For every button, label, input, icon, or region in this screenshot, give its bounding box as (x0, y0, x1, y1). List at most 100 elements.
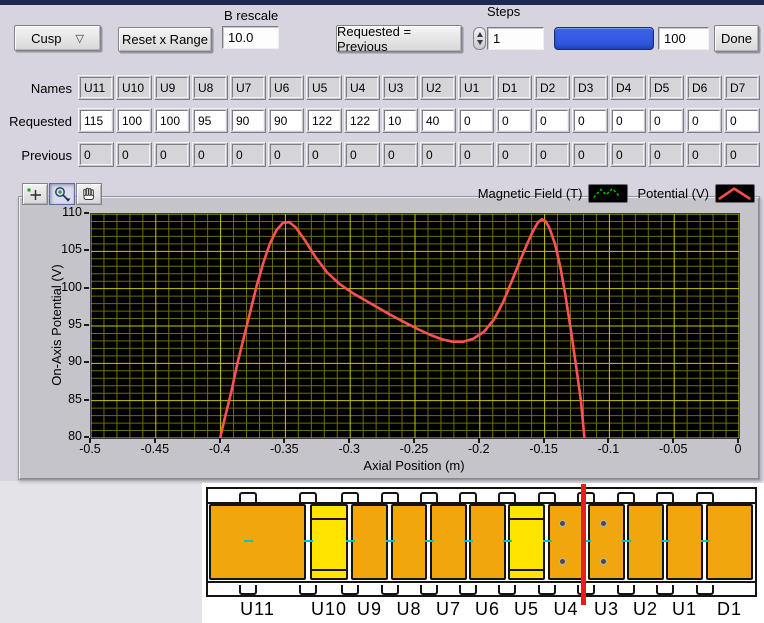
progress-slider[interactable] (554, 27, 654, 50)
requested-array-cell[interactable]: 122 (344, 108, 380, 133)
y-tick-mark (84, 324, 89, 326)
names-cell-value: U3 (384, 77, 416, 98)
names-cell-value: U6 (270, 77, 302, 98)
steps-label: Steps (487, 4, 520, 19)
done-button[interactable]: Done (714, 25, 759, 52)
previous-cell-value: 0 (80, 144, 112, 165)
mount-hole (600, 520, 607, 527)
top-mount-tab (656, 492, 674, 502)
requested-array: 115100100959090122122104000000000 (78, 108, 762, 133)
steps-stepper[interactable] (473, 27, 486, 50)
centerline-tick (503, 540, 512, 542)
requested-cell-value: 115 (80, 110, 112, 131)
y-tick-label: 105 (48, 242, 82, 256)
requested-array-cell[interactable]: 122 (306, 108, 342, 133)
requested-array-cell[interactable]: 100 (116, 108, 152, 133)
bottom-mount-tab (420, 585, 438, 595)
names-cell-value: D4 (612, 77, 644, 98)
electrode-u10 (310, 504, 348, 580)
electrode-u2 (627, 504, 664, 580)
steps-input[interactable] (487, 27, 544, 50)
b-rescale-label: B rescale (224, 8, 278, 23)
y-tick-mark (84, 361, 89, 363)
requested-array-cell[interactable]: 90 (268, 108, 304, 133)
x-tick-label: 0 (715, 442, 761, 456)
requested-array-cell[interactable]: 100 (154, 108, 190, 133)
bottom-mount-tab (341, 585, 359, 595)
previous-array-cell: 0 (686, 142, 722, 167)
requested-array-cell[interactable]: 115 (78, 108, 114, 133)
previous-array-cell: 0 (724, 142, 760, 167)
front-panel: Cusp ▽ Reset x Range B rescale Requested… (0, 0, 764, 623)
x-tick-label: -0.45 (132, 442, 178, 456)
crosshair-cursor-button[interactable] (22, 183, 48, 205)
names-array-cell: U7 (230, 75, 266, 100)
plot-area[interactable] (90, 213, 740, 439)
x-tick-mark (89, 438, 91, 443)
preset-dropdown[interactable]: Cusp ▽ (14, 25, 101, 51)
y-tick-mark (84, 249, 89, 251)
b-rescale-input[interactable] (222, 26, 279, 49)
requested-array-cell[interactable]: 90 (230, 108, 266, 133)
pan-tool-button[interactable] (76, 183, 102, 205)
requested-cell-value: 90 (270, 110, 302, 131)
electrode-u7 (430, 504, 467, 580)
previous-array-cell: 0 (230, 142, 266, 167)
requested-array-cell[interactable]: 0 (458, 108, 494, 133)
requested-array-cell[interactable]: 10 (382, 108, 418, 133)
names-cell-value: U7 (232, 77, 264, 98)
requested-array-cell[interactable]: 0 (496, 108, 532, 133)
mount-hole (559, 558, 566, 565)
progress-value-input[interactable] (658, 27, 709, 50)
previous-cell-value: 0 (650, 144, 682, 165)
bottom-mount-tab (299, 585, 317, 595)
requested-equals-previous-button[interactable]: Requested = Previous (336, 25, 462, 52)
names-array-cell: D1 (496, 75, 532, 100)
names-cell-value: U8 (194, 77, 226, 98)
zoom-tool-button[interactable] (49, 183, 75, 205)
y-tick-label: 85 (48, 392, 82, 406)
electrode-label-u7: U7 (436, 599, 461, 620)
electrode-u8 (391, 504, 427, 580)
requested-cell-value: 10 (384, 110, 416, 131)
electrode-label-u5: U5 (514, 599, 539, 620)
centerline-tick (622, 540, 631, 542)
previous-cell-value: 0 (726, 144, 758, 165)
requested-array-cell[interactable]: 40 (420, 108, 456, 133)
requested-array-cell[interactable]: 0 (648, 108, 684, 133)
previous-array-cell: 0 (534, 142, 570, 167)
requested-array-cell[interactable]: 0 (534, 108, 570, 133)
names-row-label: Names (0, 81, 72, 96)
bottom-mount-tab (498, 585, 516, 595)
previous-array-cell: 0 (78, 142, 114, 167)
names-array: U11U10U9U8U7U6U5U4U3U2U1D1D2D3D4D5D6D7 (78, 75, 762, 100)
x-tick-mark (607, 438, 609, 443)
previous-cell-value: 0 (156, 144, 188, 165)
names-cell-value: D2 (536, 77, 568, 98)
names-array-cell: U11 (78, 75, 114, 100)
reset-x-range-button[interactable]: Reset x Range (118, 27, 212, 52)
requested-cell-value: 0 (460, 110, 492, 131)
plot-canvas (91, 214, 739, 438)
requested-array-cell[interactable]: 0 (686, 108, 722, 133)
previous-array: 000000000000000000 (78, 142, 762, 167)
requested-array-cell[interactable]: 0 (610, 108, 646, 133)
previous-array-cell: 0 (154, 142, 190, 167)
requested-array-cell[interactable]: 95 (192, 108, 228, 133)
requested-array-cell[interactable]: 0 (572, 108, 608, 133)
electrode-u5 (508, 504, 545, 580)
bottom-rail (208, 581, 755, 583)
names-cell-value: U11 (80, 77, 112, 98)
legend-item-potential[interactable]: Potential (V) (637, 184, 755, 203)
electrode-u3 (588, 504, 625, 580)
bottom-mount-tab (696, 585, 714, 595)
x-tick-mark (154, 438, 156, 443)
graph-legend: Magnetic Field (T) Potential (V) (478, 184, 755, 203)
segment-line (312, 569, 346, 571)
previous-array-cell: 0 (116, 142, 152, 167)
previous-array-cell: 0 (344, 142, 380, 167)
legend-item-magnetic-field[interactable]: Magnetic Field (T) (478, 184, 629, 203)
previous-row-label: Previous (0, 148, 72, 163)
names-array-cell: D2 (534, 75, 570, 100)
requested-array-cell[interactable]: 0 (724, 108, 760, 133)
